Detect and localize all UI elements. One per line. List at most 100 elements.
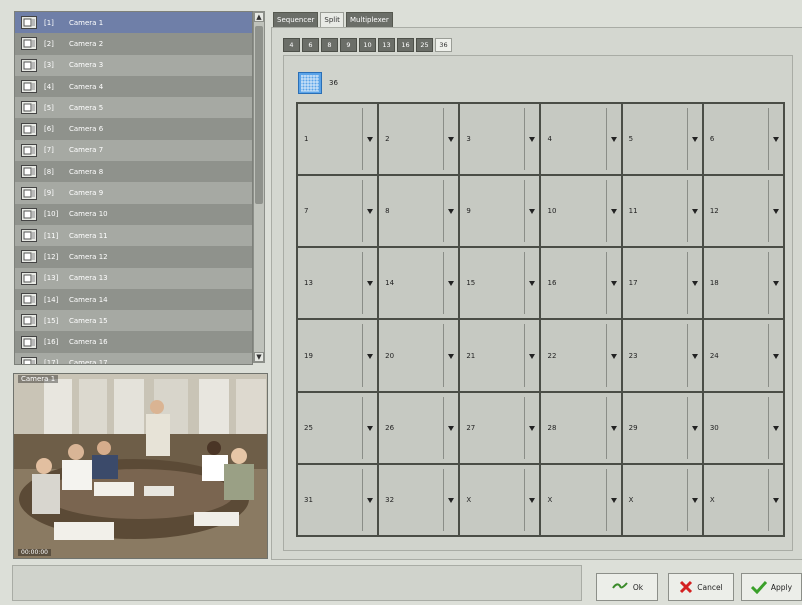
chevron-down-icon[interactable] bbox=[367, 281, 374, 287]
camera-list-scrollbar[interactable]: ▲ ▼ bbox=[253, 11, 265, 363]
split-cell-select[interactable]: 6 bbox=[702, 103, 784, 176]
chevron-down-icon[interactable] bbox=[448, 281, 455, 287]
split-cell-select[interactable]: 19 bbox=[297, 319, 379, 392]
chevron-down-icon[interactable] bbox=[610, 209, 617, 215]
split-tab-25[interactable]: 25 bbox=[416, 38, 433, 52]
split-cell-select[interactable]: X bbox=[621, 463, 703, 536]
chevron-down-icon[interactable] bbox=[772, 137, 779, 143]
split-cell-select[interactable]: 10 bbox=[540, 175, 622, 248]
chevron-down-icon[interactable] bbox=[772, 281, 779, 287]
split-cell-select[interactable]: 12 bbox=[702, 175, 784, 248]
chevron-down-icon[interactable] bbox=[448, 137, 455, 143]
chevron-down-icon[interactable] bbox=[448, 353, 455, 359]
split-cell-select[interactable]: 7 bbox=[297, 175, 379, 248]
split-cell-select[interactable]: 30 bbox=[702, 391, 784, 464]
camera-list-item[interactable]: [12] Camera 12 bbox=[15, 246, 252, 268]
split-tab-10[interactable]: 10 bbox=[359, 38, 376, 52]
camera-list-item[interactable]: [11] Camera 11 bbox=[15, 224, 252, 247]
split-cell-select[interactable]: 15 bbox=[459, 247, 541, 320]
chevron-down-icon[interactable] bbox=[691, 425, 698, 431]
scroll-down-button[interactable]: ▼ bbox=[254, 352, 264, 362]
chevron-down-icon[interactable] bbox=[691, 281, 698, 287]
chevron-down-icon[interactable] bbox=[529, 137, 536, 143]
camera-list-item[interactable]: [14] Camera 14 bbox=[15, 288, 252, 311]
split-cell-select[interactable]: X bbox=[540, 463, 622, 536]
split-cell-select[interactable]: 25 bbox=[297, 391, 379, 464]
split-cell-select[interactable]: 17 bbox=[621, 247, 703, 320]
split-cell-select[interactable]: 22 bbox=[540, 319, 622, 392]
split-cell-select[interactable]: 16 bbox=[540, 247, 622, 320]
split-cell-select[interactable]: X bbox=[702, 463, 784, 536]
chevron-down-icon[interactable] bbox=[367, 137, 374, 143]
chevron-down-icon[interactable] bbox=[772, 209, 779, 215]
chevron-down-icon[interactable] bbox=[367, 209, 374, 215]
camera-list-item[interactable]: [5] Camera 5 bbox=[15, 97, 252, 119]
split-tab-13[interactable]: 13 bbox=[378, 38, 395, 52]
camera-list-item[interactable]: [9] Camera 9 bbox=[15, 182, 252, 204]
chevron-down-icon[interactable] bbox=[772, 353, 779, 359]
camera-list-item[interactable]: [15] Camera 15 bbox=[15, 310, 252, 332]
split-cell-select[interactable]: 26 bbox=[378, 391, 460, 464]
camera-list-item[interactable]: [7] Camera 7 bbox=[15, 139, 252, 162]
camera-list-item[interactable]: [17] Camera 17 bbox=[15, 352, 252, 364]
chevron-down-icon[interactable] bbox=[529, 281, 536, 287]
split-cell-select[interactable]: 5 bbox=[621, 103, 703, 176]
ok-button[interactable]: Ok bbox=[596, 573, 658, 601]
camera-list-item[interactable]: [4] Camera 4 bbox=[15, 75, 252, 98]
chevron-down-icon[interactable] bbox=[529, 425, 536, 431]
chevron-down-icon[interactable] bbox=[367, 425, 374, 431]
chevron-down-icon[interactable] bbox=[448, 497, 455, 503]
camera-list-item[interactable]: [3] Camera 3 bbox=[15, 54, 252, 76]
split-cell-select[interactable]: 29 bbox=[621, 391, 703, 464]
chevron-down-icon[interactable] bbox=[529, 209, 536, 215]
apply-button[interactable]: Apply bbox=[741, 573, 802, 601]
chevron-down-icon[interactable] bbox=[772, 425, 779, 431]
chevron-down-icon[interactable] bbox=[610, 137, 617, 143]
camera-list-item[interactable]: [13] Camera 13 bbox=[15, 267, 252, 289]
chevron-down-icon[interactable] bbox=[772, 497, 779, 503]
split-cell-select[interactable]: 1 bbox=[297, 103, 379, 176]
chevron-down-icon[interactable] bbox=[529, 497, 536, 503]
chevron-down-icon[interactable] bbox=[367, 497, 374, 503]
split-tab-16[interactable]: 16 bbox=[397, 38, 414, 52]
split-tab-4[interactable]: 4 bbox=[283, 38, 300, 52]
chevron-down-icon[interactable] bbox=[529, 353, 536, 359]
split-tab-36[interactable]: 36 bbox=[435, 38, 452, 52]
chevron-down-icon[interactable] bbox=[691, 353, 698, 359]
camera-list-item[interactable]: [8] Camera 8 bbox=[15, 161, 252, 183]
chevron-down-icon[interactable] bbox=[610, 497, 617, 503]
split-cell-select[interactable]: 32 bbox=[378, 463, 460, 536]
split-cell-select[interactable]: 24 bbox=[702, 319, 784, 392]
chevron-down-icon[interactable] bbox=[367, 353, 374, 359]
split-cell-select[interactable]: 21 bbox=[459, 319, 541, 392]
tab-split[interactable]: Split bbox=[320, 12, 344, 28]
cancel-button[interactable]: Cancel bbox=[668, 573, 734, 601]
split-cell-select[interactable]: 23 bbox=[621, 319, 703, 392]
scroll-up-button[interactable]: ▲ bbox=[254, 12, 264, 22]
scroll-thumb[interactable] bbox=[255, 26, 263, 204]
chevron-down-icon[interactable] bbox=[691, 209, 698, 215]
chevron-down-icon[interactable] bbox=[610, 353, 617, 359]
chevron-down-icon[interactable] bbox=[448, 425, 455, 431]
split-cell-select[interactable]: X bbox=[459, 463, 541, 536]
split-cell-select[interactable]: 31 bbox=[297, 463, 379, 536]
split-cell-select[interactable]: 4 bbox=[540, 103, 622, 176]
camera-list-item[interactable]: [6] Camera 6 bbox=[15, 118, 252, 140]
split-tab-8[interactable]: 8 bbox=[321, 38, 338, 52]
split-cell-select[interactable]: 11 bbox=[621, 175, 703, 248]
split-cell-select[interactable]: 27 bbox=[459, 391, 541, 464]
split-cell-select[interactable]: 28 bbox=[540, 391, 622, 464]
chevron-down-icon[interactable] bbox=[691, 497, 698, 503]
split-tab-6[interactable]: 6 bbox=[302, 38, 319, 52]
chevron-down-icon[interactable] bbox=[691, 137, 698, 143]
chevron-down-icon[interactable] bbox=[610, 425, 617, 431]
chevron-down-icon[interactable] bbox=[610, 281, 617, 287]
split-cell-select[interactable]: 9 bbox=[459, 175, 541, 248]
split-cell-select[interactable]: 14 bbox=[378, 247, 460, 320]
camera-list-item[interactable]: [10] Camera 10 bbox=[15, 203, 252, 225]
split-cell-select[interactable]: 2 bbox=[378, 103, 460, 176]
split-cell-select[interactable]: 18 bbox=[702, 247, 784, 320]
tab-sequencer[interactable]: Sequencer bbox=[273, 12, 319, 28]
camera-list-item[interactable]: [2] Camera 2 bbox=[15, 33, 252, 55]
split-tab-9[interactable]: 9 bbox=[340, 38, 357, 52]
